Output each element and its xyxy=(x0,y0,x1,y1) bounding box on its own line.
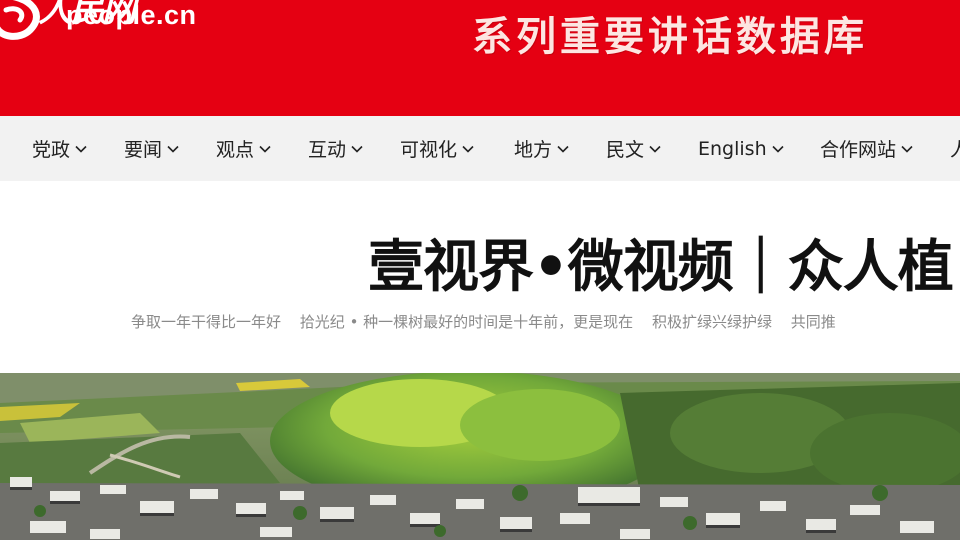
nav-item-keshihua[interactable]: 可视化 xyxy=(400,116,475,181)
logo-domain-text: people.cn xyxy=(66,0,197,30)
headline-title[interactable]: 壹视界•微视频｜众人植 xyxy=(368,222,954,303)
nav-item-label: 地方 xyxy=(514,139,553,161)
news-ticker: 争取一年干得比一年好 拾光纪 • 种一棵树最好的时间是十年前，更是现在 积极扩绿… xyxy=(131,311,850,332)
ticker-link[interactable]: 共同推 xyxy=(791,313,836,331)
ticker-link[interactable]: 积极扩绿兴绿护绿 xyxy=(652,313,772,331)
main-nav: 党政 要闻 观点 互动 可视化 地方 民文 English 合作网站 人 xyxy=(0,116,960,181)
nav-item-yaowen[interactable]: 要闻 xyxy=(124,116,180,181)
nav-item-label: 互动 xyxy=(308,139,347,161)
hero-village-photo xyxy=(0,373,960,540)
nav-item-label: 观点 xyxy=(216,139,255,161)
chevron-down-icon xyxy=(461,142,475,156)
nav-item-label: 党政 xyxy=(32,139,71,161)
nav-item-label: English xyxy=(698,137,767,160)
nav-item-hezuo-wangzhan[interactable]: 合作网站 xyxy=(820,116,914,181)
nav-item-label: 合作网站 xyxy=(820,139,897,161)
nav-item-label: 要闻 xyxy=(124,139,163,161)
chevron-down-icon xyxy=(74,142,88,156)
nav-item-partial[interactable]: 人 xyxy=(950,116,960,181)
chevron-down-icon xyxy=(556,142,570,156)
chevron-down-icon xyxy=(648,142,662,156)
chevron-down-icon xyxy=(350,142,364,156)
chevron-down-icon xyxy=(900,142,914,156)
chevron-down-icon xyxy=(166,142,180,156)
nav-item-label: 民文 xyxy=(606,139,645,161)
nav-item-label: 人 xyxy=(950,139,960,161)
top-banner: 人民网 people.cn 系列重要讲话数据库 xyxy=(0,0,960,116)
nav-item-guandian[interactable]: 观点 xyxy=(216,116,272,181)
site-logo[interactable]: 人民网 people.cn xyxy=(0,0,266,50)
nav-item-difang[interactable]: 地方 xyxy=(514,116,570,181)
chevron-down-icon xyxy=(771,142,785,156)
ticker-link[interactable]: 拾光纪 • 种一棵树最好的时间是十年前，更是现在 xyxy=(300,313,633,331)
nav-item-hudong[interactable]: 互动 xyxy=(308,116,364,181)
banner-slogan[interactable]: 系列重要讲话数据库 xyxy=(472,4,868,62)
nav-item-english[interactable]: English xyxy=(698,116,785,181)
ticker-link[interactable]: 争取一年干得比一年好 xyxy=(131,313,281,331)
nav-item-label: 可视化 xyxy=(400,139,458,161)
nav-item-dangzheng[interactable]: 党政 xyxy=(32,116,88,181)
chevron-down-icon xyxy=(258,142,272,156)
nav-item-minwen[interactable]: 民文 xyxy=(606,116,662,181)
hero-image[interactable] xyxy=(0,373,960,540)
